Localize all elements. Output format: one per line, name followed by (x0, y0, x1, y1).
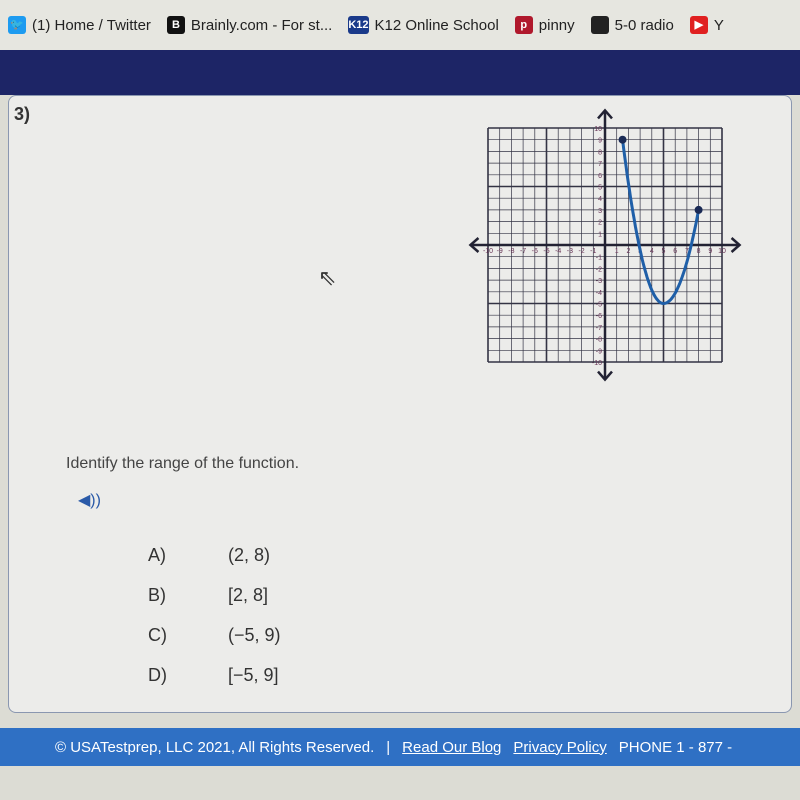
endpoint-dot (618, 135, 627, 144)
y-tick-label: -7 (596, 325, 602, 332)
x-tick-label: -4 (555, 248, 561, 255)
bookmark-label: K12 Online School (374, 16, 499, 34)
y-tick-label: 10 (594, 126, 602, 133)
x-tick-label: 1 (615, 248, 619, 255)
speaker-icon[interactable]: ◀)) (78, 490, 101, 510)
bookmarks-bar: 🐦 (1) Home / Twitter B Brainly.com - For st… (0, 0, 800, 50)
phone-text: PHONE 1 - 877 - (618, 738, 733, 756)
y-tick-label: -1 (596, 255, 602, 262)
y-tick-label: 9 (598, 138, 602, 145)
twitter-icon: 🐦 (8, 16, 26, 34)
option-letter: D) (148, 665, 167, 685)
bookmark-label: Y (713, 16, 724, 34)
y-tick-label: 2 (598, 220, 602, 227)
site-nav-bar (0, 50, 800, 95)
function-graph: -10 -9 -8 -7 -6 -5 -4 -3 -2 -1 1 2 3 4 5 6 7 8 9 1010987654… (468, 108, 742, 382)
x-tick-label: 9 (708, 248, 712, 255)
y-tick-label: 6 (598, 173, 602, 180)
bookmark-label: (1) Home / Twitter (32, 16, 151, 34)
pinterest-icon: p (514, 16, 533, 34)
x-tick-label: 6 (673, 248, 677, 255)
bookmark-item[interactable]: 5-0 radio (590, 16, 674, 34)
x-tick-label: 2 (626, 248, 630, 255)
y-tick-label: 1 (598, 231, 602, 238)
bookmark-item[interactable]: ▶ Y (689, 16, 724, 34)
y-tick-label: -5 (596, 302, 602, 309)
k12-icon: K12 (348, 16, 369, 34)
mouse-cursor-icon: ⇖ (318, 265, 337, 290)
option-value: (2, 8) (228, 545, 271, 565)
x-tick-label: 10 (718, 248, 726, 255)
y-tick-label: -9 (596, 348, 602, 355)
brainly-icon: B (166, 16, 185, 34)
x-tick-label: -8 (508, 248, 514, 255)
read-blog-link[interactable]: Read Our Blog (402, 739, 501, 756)
y-tick-label: -6 (596, 313, 602, 320)
question-number: 3) (14, 104, 31, 124)
footer-separator: | (386, 738, 391, 756)
option-letter: C) (148, 625, 167, 645)
y-tick-label: 5 (598, 185, 602, 192)
x-tick-label: -7 (520, 248, 526, 255)
bookmark-label: pinny (538, 16, 575, 34)
y-tick-label: -2 (596, 266, 602, 273)
option-value: [−5, 9] (228, 665, 279, 685)
bookmark-item[interactable]: 🐦 (1) Home / Twitter (8, 16, 151, 34)
option-letter: A) (148, 545, 166, 565)
bookmark-item[interactable]: K12 K12 Online School (348, 16, 499, 34)
x-tick-label: 5 (662, 248, 666, 255)
bookmark-item[interactable]: p pinny (514, 16, 575, 34)
x-tick-label: -5 (543, 248, 549, 255)
y-tick-label: -4 (596, 290, 602, 297)
copyright-text: © USATestprep, LLC 2021, All Rights Rese… (55, 738, 375, 756)
x-tick-label: 8 (697, 248, 701, 255)
endpoint-dot (694, 205, 703, 214)
option-value: (−5, 9) (228, 625, 281, 645)
bookmark-label: 5-0 radio (614, 16, 674, 34)
radio-icon (590, 16, 609, 34)
y-tick-label: 4 (598, 196, 602, 203)
x-tick-label: 4 (650, 248, 654, 255)
x-tick-label: -6 (532, 248, 538, 255)
y-tick-label: -3 (596, 278, 602, 285)
y-tick-label: -8 (596, 337, 602, 344)
youtube-icon: ▶ (689, 16, 708, 34)
privacy-policy-link[interactable]: Privacy Policy (513, 739, 606, 756)
option-letter: B) (148, 585, 166, 605)
x-tick-label: -10 (483, 248, 493, 255)
bookmark-item[interactable]: B Brainly.com - For st... (166, 16, 333, 34)
y-tick-label: 7 (598, 161, 602, 168)
x-tick-label: -9 (497, 248, 503, 255)
y-tick-label: 8 (598, 149, 602, 156)
option-value: [2, 8] (228, 585, 269, 605)
y-tick-label: -10 (592, 360, 602, 367)
y-tick-label: 3 (598, 208, 602, 215)
x-tick-label: -2 (578, 248, 584, 255)
bookmark-label: Brainly.com - For st... (190, 16, 333, 34)
x-tick-label: -3 (567, 248, 573, 255)
footer: © USATestprep, LLC 2021, All Rights Rese… (0, 728, 800, 766)
question-prompt: Identify the range of the function. (66, 455, 300, 472)
